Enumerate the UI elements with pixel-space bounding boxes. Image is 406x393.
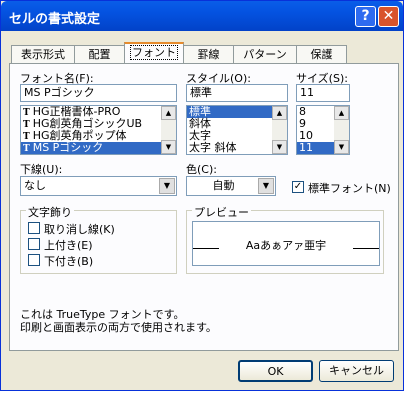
scroll-up-icon[interactable]: ▲ — [272, 106, 287, 120]
style-list[interactable]: 標準 斜体 太字 太字 斜体 ▲ ▼ — [186, 105, 288, 155]
superscript-checkbox[interactable] — [28, 238, 40, 250]
color-label: 色(C): — [186, 163, 217, 176]
cancel-button[interactable]: キャンセル — [319, 360, 394, 382]
tab-font[interactable]: フォント — [124, 42, 184, 64]
truetype-icon: T — [23, 144, 30, 154]
underline-select[interactable]: なし ▼ — [20, 176, 177, 196]
effects-title: 文字飾り — [26, 204, 74, 220]
tab-protection[interactable]: 保護 — [296, 45, 347, 63]
tab-number[interactable]: 表示形式 — [11, 45, 75, 63]
strikethrough-checkbox[interactable] — [28, 222, 40, 234]
font-list-scrollbar[interactable]: ▲ ▼ — [161, 106, 176, 154]
close-button[interactable]: ✕ — [378, 6, 399, 27]
superscript-label: 上付き(E) — [44, 239, 93, 252]
font-input[interactable]: MS Pゴシック — [20, 84, 177, 102]
color-select[interactable]: 自動 ▼ — [186, 176, 276, 196]
tab-border[interactable]: 罫線 — [183, 45, 234, 63]
color-value: 自動 — [212, 179, 235, 192]
format-cells-dialog: セルの書式設定 ? ✕ 表示形式 配置 フォント 罫線 パターン 保護 フォント… — [0, 0, 404, 391]
style-list-scrollbar[interactable]: ▲ ▼ — [272, 106, 287, 154]
tab-font-label: フォント — [130, 45, 178, 60]
normal-font-label: 標準フォント(N) — [308, 182, 391, 195]
normal-font-checkbox[interactable]: ✓ — [292, 181, 304, 193]
strikethrough-label: 取り消し線(K) — [44, 223, 115, 236]
chevron-down-icon[interactable]: ▼ — [258, 178, 274, 194]
scroll-down-icon[interactable]: ▼ — [272, 140, 287, 154]
underline-value: なし — [24, 179, 46, 192]
window-title: セルの書式設定 — [9, 12, 101, 27]
font-list[interactable]: T HG正楷書体-PRO T HG創英角ゴシックUB T HG創英角ポップ体 T MS … — [20, 105, 177, 155]
truetype-icon: T — [23, 108, 30, 118]
subscript-checkbox[interactable] — [28, 254, 40, 266]
info-line-2: 印刷と画面表示の両方で使用されます。 — [20, 321, 217, 334]
title-bar[interactable]: セルの書式設定 ? ✕ — [1, 1, 403, 31]
scroll-down-icon[interactable]: ▼ — [334, 140, 349, 154]
list-item-label: MS Pゴシック — [32, 141, 104, 154]
scroll-up-icon[interactable]: ▲ — [161, 106, 176, 120]
tab-patterns[interactable]: パターン — [233, 45, 297, 63]
truetype-icon: T — [23, 132, 30, 142]
underline-label: 下線(U): — [20, 163, 63, 176]
scroll-down-icon[interactable]: ▼ — [161, 140, 176, 154]
preview-box: Aaあぁアァ亜宇 — [192, 221, 380, 266]
size-input[interactable]: 11 — [296, 84, 350, 102]
help-button[interactable]: ? — [355, 6, 376, 27]
truetype-icon: T — [23, 120, 30, 130]
scroll-up-icon[interactable]: ▲ — [334, 106, 349, 120]
style-input[interactable]: 標準 — [186, 84, 288, 102]
check-icon: ✓ — [293, 181, 303, 192]
subscript-label: 下付き(B) — [44, 255, 94, 268]
font-tab-panel: フォント名(F): MS Pゴシック T HG正楷書体-PRO T HG創英角ゴシッ… — [9, 63, 399, 351]
chevron-down-icon[interactable]: ▼ — [159, 178, 175, 194]
list-item-selected[interactable]: T MS Pゴシック — [21, 142, 176, 154]
size-list-scrollbar[interactable]: ▲ ▼ — [334, 106, 349, 154]
ok-button[interactable]: OK — [238, 360, 313, 382]
preview-title: プレビュー — [192, 204, 251, 220]
size-list[interactable]: 8 9 10 11 ▲ ▼ — [296, 105, 350, 155]
tab-alignment[interactable]: 配置 — [74, 45, 125, 63]
preview-sample: Aaあぁアァ亜宇 — [245, 239, 327, 252]
